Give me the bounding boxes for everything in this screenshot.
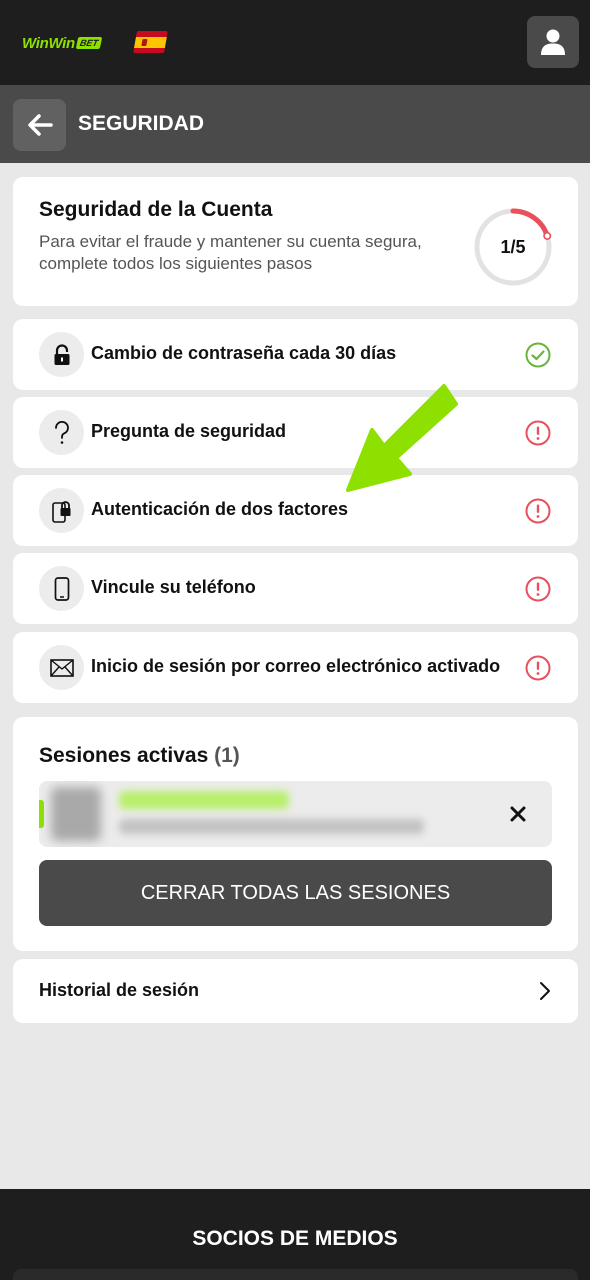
step-security-question[interactable]: Pregunta de seguridad bbox=[13, 397, 578, 468]
page-header: SEGURIDAD bbox=[0, 85, 590, 163]
alert-circle-icon bbox=[525, 420, 551, 446]
account-security-summary: Seguridad de la Cuenta Para evitar el fr… bbox=[13, 177, 578, 306]
step-password-change[interactable]: Cambio de contraseña cada 30 días bbox=[13, 319, 578, 390]
envelope-icon bbox=[39, 645, 84, 690]
step-label: Pregunta de seguridad bbox=[91, 421, 287, 441]
alert-circle-icon bbox=[525, 655, 551, 681]
summary-description: Para evitar el fraude y mantener su cuen… bbox=[39, 232, 422, 273]
winwin-logo[interactable]: WinWin BET bbox=[22, 33, 103, 53]
session-row bbox=[39, 781, 552, 847]
active-sessions-card: Sesiones activas (1) CERRAR TODAS LAS SE… bbox=[13, 717, 578, 951]
alert-circle-icon bbox=[525, 498, 551, 524]
footer-title: SOCIOS DE MEDIOS bbox=[192, 1227, 398, 1250]
progress-label: 1/5 bbox=[500, 237, 526, 257]
logo-text: WinWin bbox=[22, 34, 75, 52]
session-device-name-redacted bbox=[119, 791, 289, 809]
phone-lock-icon bbox=[39, 488, 84, 533]
check-circle-icon bbox=[525, 342, 551, 368]
sessions-title: Sesiones activas (1) bbox=[39, 744, 240, 768]
step-label: Autenticación de dos factores bbox=[91, 499, 349, 519]
footer-partners-strip bbox=[13, 1269, 578, 1280]
lock-icon bbox=[39, 332, 84, 377]
alert-circle-icon bbox=[525, 576, 551, 602]
logo-badge: BET bbox=[75, 37, 103, 49]
sessions-title-text: Sesiones activas bbox=[39, 744, 209, 767]
step-two-factor-auth[interactable]: Autenticación de dos factores bbox=[13, 475, 578, 546]
close-session-button[interactable] bbox=[505, 801, 531, 827]
close-all-sessions-button[interactable]: CERRAR TODAS LAS SESIONES bbox=[39, 860, 552, 926]
step-email-login[interactable]: Inicio de sesión por correo electrónico … bbox=[13, 632, 578, 703]
current-session-indicator bbox=[39, 800, 44, 828]
user-account-button[interactable] bbox=[527, 16, 579, 68]
security-progress-ring: 1/5 bbox=[473, 207, 553, 287]
question-icon bbox=[39, 410, 84, 455]
step-label: Cambio de contraseña cada 30 días bbox=[91, 343, 397, 363]
close-icon bbox=[510, 806, 526, 822]
top-bar: WinWin BET bbox=[0, 0, 590, 85]
summary-title: Seguridad de la Cuenta bbox=[39, 198, 273, 221]
page-title: SEGURIDAD bbox=[78, 112, 205, 135]
back-button[interactable] bbox=[13, 99, 66, 151]
step-label: Inicio de sesión por correo electrónico … bbox=[91, 656, 501, 676]
arrow-left-icon bbox=[27, 114, 53, 136]
user-icon bbox=[541, 29, 565, 55]
chevron-right-icon bbox=[540, 982, 550, 1000]
sessions-count: (1) bbox=[214, 744, 240, 767]
footer: SOCIOS DE MEDIOS bbox=[0, 1189, 590, 1280]
step-link-phone[interactable]: Vincule su teléfono bbox=[13, 553, 578, 624]
session-history-link[interactable]: Historial de sesión bbox=[13, 959, 578, 1023]
spain-flag-icon[interactable] bbox=[133, 31, 168, 53]
smartphone-icon bbox=[39, 566, 84, 611]
device-thumbnail bbox=[51, 787, 101, 841]
step-label: Vincule su teléfono bbox=[91, 577, 256, 597]
session-details-redacted bbox=[119, 819, 424, 834]
history-label: Historial de sesión bbox=[39, 980, 200, 1000]
